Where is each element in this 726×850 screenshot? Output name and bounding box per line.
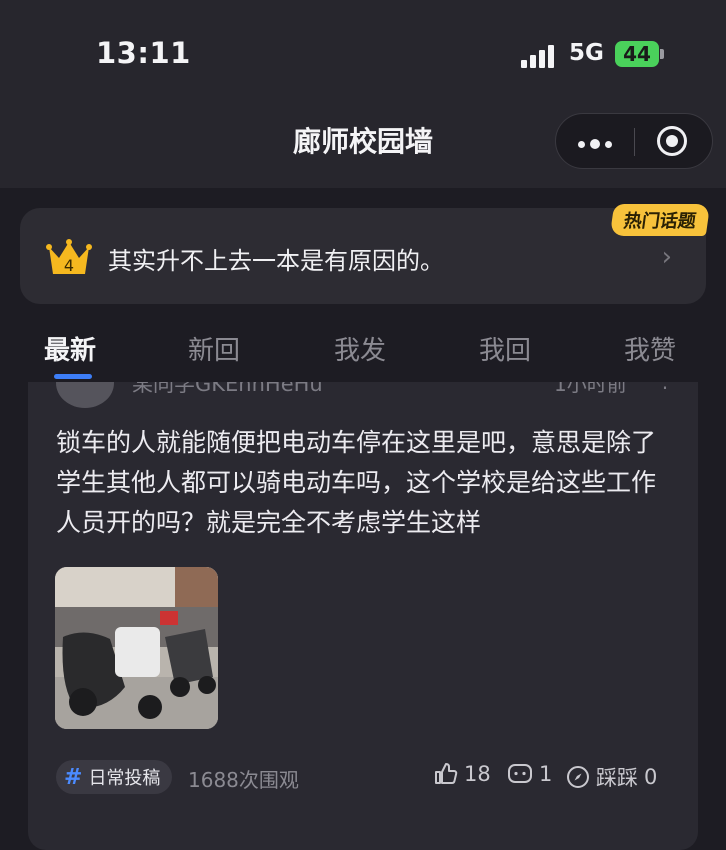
signal-icon [521, 44, 554, 68]
tab-my-likes[interactable]: 我赞 [624, 330, 676, 367]
comment-count: 1 [539, 762, 553, 786]
target-icon[interactable] [657, 126, 687, 156]
post-body: 锁车的人就能随便把电动车停在这里是吧，意思是除了学生其他人都可以骑电动车吗，这个… [56, 428, 657, 537]
dislike-button[interactable]: 踩踩 0 [566, 762, 657, 792]
hot-topic-card[interactable]: 热门话题 4 其实升不上去一本是有原因的。 › [20, 204, 711, 304]
hot-topic-badge: 热门话题 [609, 204, 711, 236]
view-count: 1688次围观 [188, 768, 299, 792]
network-label: 5G [569, 40, 604, 66]
comment-icon [508, 764, 532, 783]
post-tag[interactable]: # 日常投稿 [56, 760, 173, 794]
dislike-count: 0 [644, 765, 658, 789]
tab-latest[interactable]: 最新 [44, 330, 96, 367]
tab-my-posts[interactable]: 我发 [334, 330, 386, 367]
post-image[interactable] [55, 567, 218, 729]
like-count: 18 [464, 762, 491, 786]
post-tag-label: 日常投稿 [88, 768, 161, 789]
battery-tip [660, 49, 664, 59]
status-time: 13:11 [96, 36, 191, 70]
feed-tabs: 最新 新回 我发 我回 我赞 [0, 318, 726, 382]
crown-icon: 4 [46, 239, 92, 275]
hot-topic-rank: 4 [64, 256, 74, 275]
capsule-divider [634, 128, 635, 156]
more-dots-icon[interactable] [578, 139, 612, 149]
dislike-label: 踩踩 [596, 766, 638, 790]
tab-new-replies[interactable]: 新回 [188, 330, 240, 367]
comment-button[interactable]: 1 [507, 762, 552, 786]
mini-program-capsule [555, 113, 713, 169]
hash-icon: # [64, 764, 83, 790]
compass-icon [567, 766, 589, 788]
active-tab-indicator [54, 374, 92, 379]
tab-my-replies[interactable]: 我回 [479, 330, 531, 367]
chevron-right-icon: › [661, 242, 672, 272]
battery-icon: 44 [615, 41, 659, 67]
hot-topic-text: 其实升不上去一本是有原因的。 [108, 247, 444, 275]
thumb-up-icon [435, 763, 458, 784]
like-button[interactable]: 18 [434, 762, 491, 786]
